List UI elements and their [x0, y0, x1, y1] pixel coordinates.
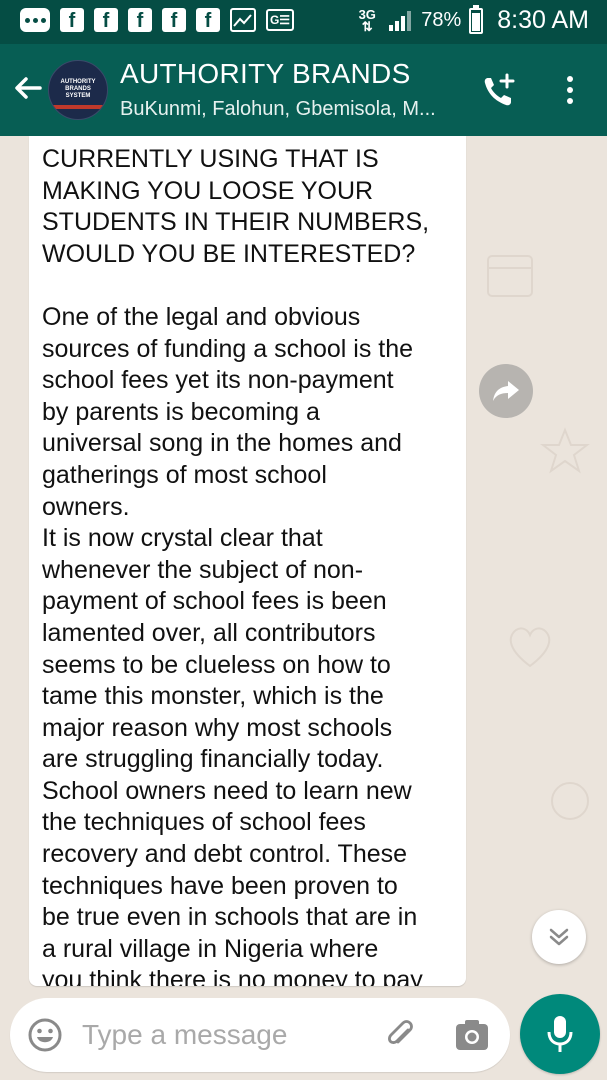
- forward-arrow-icon: [493, 381, 519, 401]
- wallpaper-heart-icon: [509, 627, 551, 668]
- chat-header: AUTHORITY BRANDS SYSTEM AUTHORITY BRANDS…: [0, 44, 607, 136]
- facebook-icon: f: [128, 8, 152, 32]
- voice-record-button[interactable]: [520, 994, 600, 1074]
- avatar-logo-text: AUTHORITY BRANDS SYSTEM: [60, 79, 96, 99]
- wallpaper-star-icon: [540, 427, 590, 474]
- scroll-to-bottom-button[interactable]: [532, 910, 586, 964]
- wallpaper-calendar-icon: [487, 255, 533, 297]
- group-title[interactable]: AUTHORITY BRANDS: [120, 58, 411, 90]
- attach-paperclip-icon[interactable]: [382, 1016, 420, 1054]
- group-members[interactable]: BuKunmi, Falohun, Gbemisola, M...: [120, 98, 436, 121]
- facebook-icon: f: [196, 8, 220, 32]
- facebook-icon: f: [60, 8, 84, 32]
- chat-area[interactable]: CURRENTLY USING THAT IS MAKING YOU LOOSE…: [0, 136, 607, 992]
- message-text: CURRENTLY USING THAT IS MAKING YOU LOOSE…: [42, 145, 430, 986]
- facebook-icon: f: [94, 8, 118, 32]
- forward-button[interactable]: [479, 364, 533, 418]
- back-arrow-icon[interactable]: [8, 68, 48, 108]
- message-input-container[interactable]: [10, 998, 510, 1072]
- clock: 8:30 AM: [497, 6, 589, 34]
- facebook-icon: f: [162, 8, 186, 32]
- gallery-icon: [230, 8, 256, 32]
- notification-icons: f f f f f G☰: [20, 8, 294, 32]
- network-type: 3G ⇅: [358, 6, 376, 34]
- composer-bar: [0, 992, 607, 1080]
- emoji-icon[interactable]: [26, 1016, 64, 1054]
- double-chevron-down-icon: [549, 928, 569, 946]
- battery-percent: 78%: [421, 9, 462, 31]
- more-dots-icon: [20, 8, 50, 32]
- status-bar: f f f f f G☰ 3G ⇅ 78% 8:30 AM: [0, 0, 607, 44]
- group-avatar[interactable]: AUTHORITY BRANDS SYSTEM: [48, 60, 108, 120]
- message-bubble[interactable]: CURRENTLY USING THAT IS MAKING YOU LOOSE…: [29, 136, 466, 986]
- ge-icon: G☰: [266, 9, 294, 31]
- battery-icon: [469, 4, 484, 34]
- add-call-icon[interactable]: [480, 72, 518, 110]
- overflow-menu-icon[interactable]: [560, 72, 580, 108]
- message-input[interactable]: [82, 998, 372, 1072]
- camera-icon[interactable]: [454, 1018, 490, 1052]
- wallpaper-circle-icon: [551, 782, 589, 820]
- microphone-icon: [547, 1016, 573, 1052]
- signal-icon: [389, 10, 412, 31]
